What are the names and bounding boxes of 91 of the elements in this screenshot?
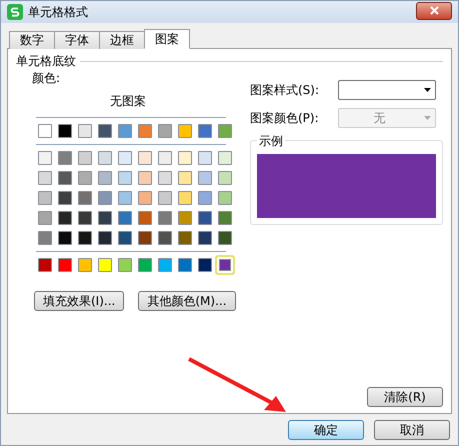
color-swatch[interactable]: [78, 231, 92, 245]
color-swatch[interactable]: [98, 191, 112, 205]
color-swatch[interactable]: [198, 191, 212, 205]
color-swatch[interactable]: [98, 258, 112, 272]
color-swatch[interactable]: [178, 151, 192, 165]
color-label: 颜色:: [32, 70, 62, 87]
color-swatch[interactable]: [138, 124, 152, 138]
ok-button[interactable]: 确定: [288, 420, 364, 440]
color-swatch[interactable]: [58, 258, 72, 272]
tab[interactable]: 图案: [144, 29, 190, 49]
tab[interactable]: 数字: [9, 31, 55, 49]
app-logo-icon: [7, 4, 23, 20]
color-swatch[interactable]: [138, 211, 152, 225]
color-swatch[interactable]: [178, 211, 192, 225]
color-swatch[interactable]: [118, 151, 132, 165]
color-swatch[interactable]: [178, 258, 192, 272]
color-swatch[interactable]: [218, 124, 232, 138]
color-swatch[interactable]: [38, 231, 52, 245]
color-swatch[interactable]: [198, 231, 212, 245]
color-swatch[interactable]: [78, 191, 92, 205]
tab[interactable]: 字体: [54, 31, 100, 49]
color-swatch[interactable]: [58, 191, 72, 205]
color-swatch[interactable]: [138, 151, 152, 165]
field-label: 图案颜色(P):: [250, 110, 320, 126]
field-label: 图案样式(S):: [250, 82, 320, 98]
color-swatch[interactable]: [58, 211, 72, 225]
cancel-button[interactable]: 取消: [374, 420, 450, 440]
close-button[interactable]: [416, 2, 452, 20]
color-swatch[interactable]: [78, 171, 92, 185]
color-swatch[interactable]: [118, 211, 132, 225]
pattern-style-dropdown[interactable]: [338, 80, 436, 100]
color-swatch[interactable]: [38, 258, 52, 272]
color-swatch[interactable]: [138, 171, 152, 185]
color-swatch[interactable]: [198, 151, 212, 165]
sample-title: 示例: [257, 133, 285, 150]
group-title: 单元格底纹: [16, 53, 76, 70]
color-swatch[interactable]: [118, 124, 132, 138]
color-swatch[interactable]: [38, 211, 52, 225]
color-swatch[interactable]: [198, 211, 212, 225]
color-swatch[interactable]: [138, 258, 152, 272]
color-swatch[interactable]: [38, 191, 52, 205]
color-swatch[interactable]: [198, 124, 212, 138]
color-swatch[interactable]: [158, 191, 172, 205]
color-swatch[interactable]: [78, 124, 92, 138]
no-pattern-option[interactable]: 无图案: [110, 93, 146, 110]
color-swatch[interactable]: [158, 231, 172, 245]
color-swatch[interactable]: [158, 151, 172, 165]
caret-icon: [424, 116, 431, 120]
color-swatch[interactable]: [38, 171, 52, 185]
color-swatch[interactable]: [178, 171, 192, 185]
color-swatch[interactable]: [218, 191, 232, 205]
color-swatch[interactable]: [218, 171, 232, 185]
color-swatch[interactable]: [78, 258, 92, 272]
color-swatch[interactable]: [158, 124, 172, 138]
color-swatch[interactable]: [118, 231, 132, 245]
color-swatch[interactable]: [98, 171, 112, 185]
color-swatch[interactable]: [58, 124, 72, 138]
color-swatch[interactable]: [78, 151, 92, 165]
color-swatch[interactable]: [178, 124, 192, 138]
color-swatch[interactable]: [58, 151, 72, 165]
palette-button[interactable]: 其他颜色(M)...: [138, 291, 236, 311]
tab[interactable]: 边框: [99, 31, 145, 49]
color-swatch[interactable]: [218, 211, 232, 225]
color-swatch[interactable]: [158, 258, 172, 272]
color-swatch[interactable]: [178, 191, 192, 205]
close-icon: [430, 6, 438, 15]
color-swatch[interactable]: [158, 211, 172, 225]
color-swatch[interactable]: [98, 211, 112, 225]
clear-button[interactable]: 清除(R): [367, 387, 443, 407]
color-swatch[interactable]: [98, 124, 112, 138]
color-swatch[interactable]: [38, 151, 52, 165]
color-swatch[interactable]: [58, 231, 72, 245]
color-swatch[interactable]: [118, 258, 132, 272]
color-swatch[interactable]: [158, 171, 172, 185]
palette-button[interactable]: 填充效果(I)...: [34, 291, 124, 311]
caret-icon: [424, 88, 431, 92]
color-swatch[interactable]: [98, 231, 112, 245]
color-swatch[interactable]: [118, 171, 132, 185]
color-swatch[interactable]: [58, 171, 72, 185]
color-swatch[interactable]: [78, 211, 92, 225]
window-title: 单元格格式: [28, 4, 89, 20]
color-swatch[interactable]: [138, 191, 152, 205]
color-swatch[interactable]: [198, 171, 212, 185]
color-swatch[interactable]: [178, 231, 192, 245]
color-swatch[interactable]: [118, 191, 132, 205]
color-swatch[interactable]: [218, 231, 232, 245]
color-swatch[interactable]: [218, 151, 232, 165]
color-swatch[interactable]: [138, 231, 152, 245]
color-swatch[interactable]: [98, 151, 112, 165]
color-swatch[interactable]: [38, 124, 52, 138]
color-swatch[interactable]: [198, 258, 212, 272]
